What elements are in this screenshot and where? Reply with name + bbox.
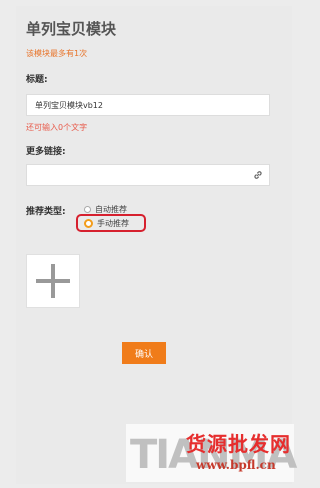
- module-settings-panel: 单列宝贝模块 该模块最多有1次 标题: 单列宝贝模块vb12 还可输入0个文字 …: [16, 6, 292, 484]
- page-title: 单列宝贝模块: [26, 20, 117, 38]
- radio-circle-icon: [84, 205, 91, 213]
- title-label: 标题:: [26, 75, 48, 85]
- title-input[interactable]: 单列宝贝模块vb12: [26, 94, 270, 116]
- confirm-button[interactable]: 确认: [122, 342, 166, 364]
- more-link-label: 更多链接:: [26, 147, 66, 157]
- recommend-type-label: 推荐类型:: [26, 207, 66, 217]
- watermark-url: www.bpfl.cn: [196, 458, 276, 472]
- watermark-chinese: 货源批发网: [186, 432, 291, 456]
- radio-auto-label: 自动推荐: [95, 204, 127, 214]
- plus-icon-vertical: [51, 264, 55, 298]
- add-item-button[interactable]: [26, 254, 80, 308]
- title-char-hint: 还可输入0个文字: [26, 123, 88, 132]
- module-limit-note: 该模块最多有1次: [26, 49, 88, 58]
- watermark-logo: TIANMA 货源批发网 www.bpfl.cn: [126, 424, 297, 482]
- more-link-input[interactable]: [26, 164, 270, 186]
- title-input-value: 单列宝贝模块vb12: [35, 100, 103, 110]
- highlight-box: [76, 214, 146, 232]
- link-icon: [254, 171, 262, 179]
